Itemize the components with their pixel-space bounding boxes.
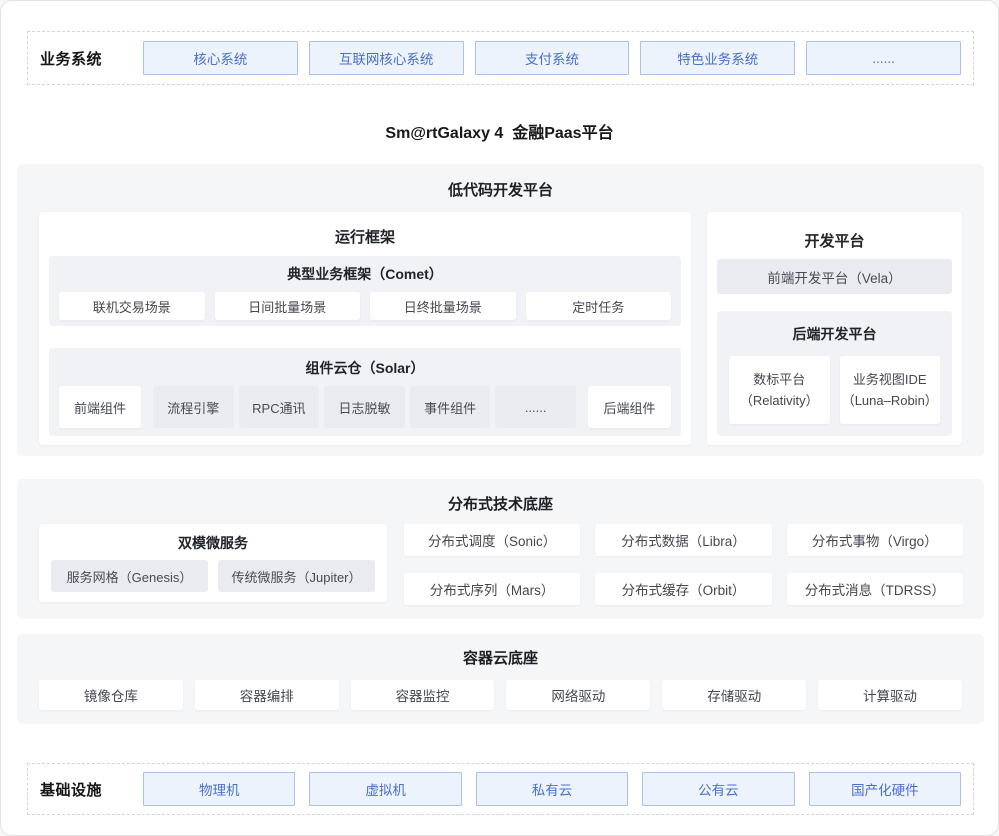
- infrastructure-chips: 物理机 虚拟机 私有云 公有云 国产化硬件: [143, 772, 973, 806]
- distributed-tech-panel: 分布式技术底座 双模微服务 服务网格（Genesis） 传统微服务（Jupite…: [17, 479, 984, 619]
- solar-front-item: 前端组件: [59, 386, 141, 428]
- container-cloud-item: 容器编排: [195, 680, 339, 710]
- solar-item: 事件组件: [410, 386, 491, 428]
- infrastructure-chip: 虚拟机: [309, 772, 461, 806]
- container-cloud-title: 容器云底座: [17, 647, 984, 668]
- runtime-framework-box: 运行框架 典型业务框架（Comet） 联机交易场景 日间批量场景 日终批量场景 …: [39, 212, 691, 445]
- backend-dev-card-code: （Relativity）: [740, 390, 819, 411]
- infrastructure-label: 基础设施: [28, 779, 143, 800]
- distributed-item: 分布式消息（TDRSS）: [787, 573, 963, 605]
- comet-framework-box: 典型业务框架（Comet） 联机交易场景 日间批量场景 日终批量场景 定时任务: [49, 256, 681, 326]
- business-system-chip: 核心系统: [143, 41, 298, 75]
- dual-mode-title: 双模微服务: [39, 533, 387, 553]
- infrastructure-chip: 私有云: [476, 772, 628, 806]
- container-cloud-item: 计算驱动: [818, 680, 962, 710]
- solar-item: ......: [495, 386, 576, 428]
- container-cloud-item: 镜像仓库: [39, 680, 183, 710]
- slide-canvas: 业务系统 核心系统 互联网核心系统 支付系统 特色业务系统 ...... Sm@…: [0, 0, 999, 836]
- backend-dev-card-name: 业务视图IDE: [853, 369, 927, 390]
- frontend-dev-platform-item: 前端开发平台（Vela）: [717, 259, 952, 294]
- container-cloud-item: 容器监控: [351, 680, 495, 710]
- comet-item: 定时任务: [526, 292, 672, 320]
- comet-items-row: 联机交易场景 日间批量场景 日终批量场景 定时任务: [59, 292, 671, 320]
- dual-mode-items-row: 服务网格（Genesis） 传统微服务（Jupiter）: [51, 560, 375, 592]
- container-cloud-items-row: 镜像仓库 容器编排 容器监控 网络驱动 存储驱动 计算驱动: [39, 680, 962, 710]
- business-system-chip: 特色业务系统: [640, 41, 795, 75]
- dual-mode-item: 服务网格（Genesis）: [51, 560, 208, 592]
- business-system-chip: ......: [806, 41, 961, 75]
- backend-dev-platform-title: 后端开发平台: [717, 324, 952, 344]
- solar-component-box: 组件云仓（Solar） 前端组件 流程引擎 RPC通讯 日志脱敏 事件组件 ..…: [49, 348, 681, 436]
- container-cloud-item: 网络驱动: [506, 680, 650, 710]
- solar-component-title: 组件云仓（Solar）: [49, 358, 681, 378]
- backend-dev-cards-row: 数标平台 （Relativity） 业务视图IDE （Luna–Robin）: [729, 356, 940, 424]
- distributed-item: 分布式调度（Sonic）: [404, 524, 580, 556]
- solar-item: RPC通讯: [239, 386, 320, 428]
- infrastructure-chip: 国产化硬件: [809, 772, 961, 806]
- business-system-chip: 支付系统: [475, 41, 630, 75]
- infrastructure-chip: 公有云: [642, 772, 794, 806]
- comet-framework-title: 典型业务框架（Comet）: [49, 264, 681, 284]
- business-system-chip: 互联网核心系统: [309, 41, 464, 75]
- distributed-item: 分布式缓存（Orbit）: [595, 573, 771, 605]
- distributed-item: 分布式事物（Virgo）: [787, 524, 963, 556]
- business-systems-label: 业务系统: [28, 48, 143, 69]
- solar-item: 流程引擎: [153, 386, 234, 428]
- comet-item: 日间批量场景: [215, 292, 361, 320]
- distributed-tech-title: 分布式技术底座: [17, 493, 984, 514]
- backend-dev-card: 数标平台 （Relativity）: [729, 356, 830, 424]
- solar-item: 日志脱敏: [324, 386, 405, 428]
- low-code-platform-title: 低代码开发平台: [17, 179, 984, 200]
- solar-back-item: 后端组件: [588, 386, 671, 428]
- distributed-item: 分布式序列（Mars）: [404, 573, 580, 605]
- dev-platform-box: 开发平台 前端开发平台（Vela） 后端开发平台 数标平台 （Relativit…: [707, 212, 962, 445]
- business-systems-chips: 核心系统 互联网核心系统 支付系统 特色业务系统 ......: [143, 41, 973, 75]
- dual-mode-microservice-box: 双模微服务 服务网格（Genesis） 传统微服务（Jupiter）: [39, 524, 387, 602]
- distributed-item: 分布式数据（Libra）: [595, 524, 771, 556]
- business-systems-section: 业务系统 核心系统 互联网核心系统 支付系统 特色业务系统 ......: [27, 31, 974, 85]
- backend-dev-card-name: 数标平台: [753, 369, 805, 390]
- container-cloud-panel: 容器云底座 镜像仓库 容器编排 容器监控 网络驱动 存储驱动 计算驱动: [17, 634, 984, 724]
- platform-title: Sm@rtGalaxy 4 金融Paas平台: [1, 119, 998, 143]
- infrastructure-section: 基础设施 物理机 虚拟机 私有云 公有云 国产化硬件: [27, 763, 974, 815]
- solar-items-row: 前端组件 流程引擎 RPC通讯 日志脱敏 事件组件 ...... 后端组件: [59, 386, 671, 428]
- low-code-platform-panel: 低代码开发平台 运行框架 典型业务框架（Comet） 联机交易场景 日间批量场景…: [17, 164, 984, 456]
- dual-mode-item: 传统微服务（Jupiter）: [218, 560, 375, 592]
- comet-item: 联机交易场景: [59, 292, 205, 320]
- runtime-framework-title: 运行框架: [39, 226, 691, 247]
- backend-dev-card: 业务视图IDE （Luna–Robin）: [840, 356, 941, 424]
- backend-dev-platform-box: 后端开发平台 数标平台 （Relativity） 业务视图IDE （Luna–R…: [717, 311, 952, 436]
- container-cloud-item: 存储驱动: [662, 680, 806, 710]
- infrastructure-chip: 物理机: [143, 772, 295, 806]
- dev-platform-title: 开发平台: [707, 230, 962, 251]
- comet-item: 日终批量场景: [370, 292, 516, 320]
- distributed-items-grid: 分布式调度（Sonic） 分布式数据（Libra） 分布式事物（Virgo） 分…: [404, 524, 963, 605]
- backend-dev-card-code: （Luna–Robin）: [842, 390, 938, 411]
